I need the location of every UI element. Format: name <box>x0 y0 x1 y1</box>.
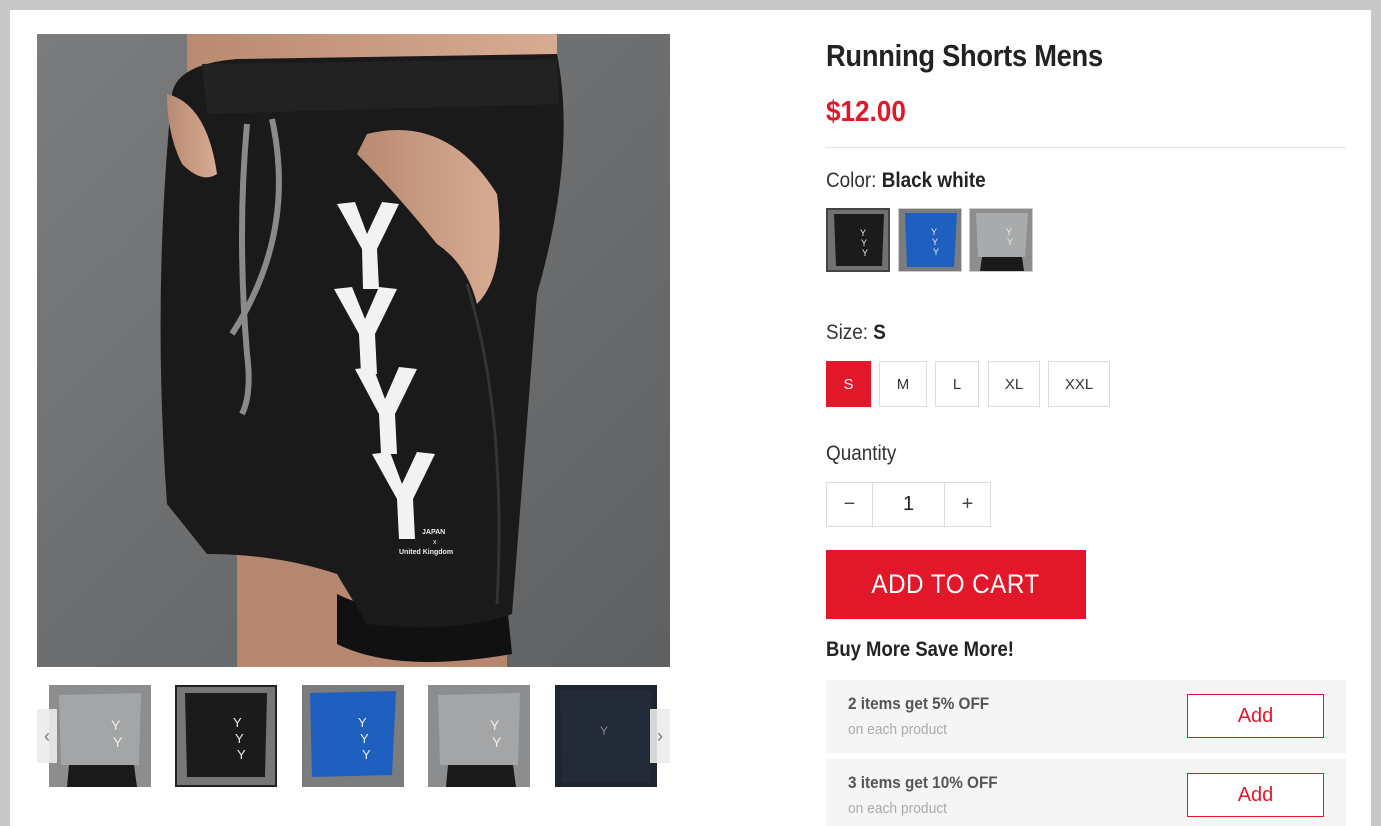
logo-text-japan: JAPAN <box>422 529 445 536</box>
size-option-s[interactable]: S <box>826 361 871 407</box>
logo-text-uk: United Kingdom <box>399 549 453 556</box>
svg-text:Y: Y <box>933 247 939 257</box>
size-selected-value: S <box>873 321 886 344</box>
shorts-photo: JAPAN x United Kingdom <box>37 34 670 667</box>
thumbnail-image: Y Y Y <box>177 687 275 785</box>
swatch-image: Y Y Y <box>828 210 888 270</box>
svg-text:Y: Y <box>113 734 123 750</box>
thumbnail-3[interactable]: Y Y Y <box>302 685 404 787</box>
bulk-offer-row: 3 items get 10% OFF on each product Add <box>826 759 1346 826</box>
svg-text:Y: Y <box>492 734 502 750</box>
thumbnail-5[interactable]: Y <box>555 685 657 787</box>
thumbnail-image: Y Y <box>428 685 530 787</box>
add-to-cart-button[interactable]: ADD TO CART <box>826 550 1086 619</box>
size-label-text: Size: <box>826 321 869 344</box>
thumbnail-strip: Y Y Y Y Y Y Y Y Y Y Y ‹ › <box>37 685 670 789</box>
logo-text-x: x <box>433 539 437 546</box>
quantity-label: Quantity <box>826 442 897 465</box>
bulk-discount-title: Buy More Save More! <box>826 638 1014 661</box>
thumbnail-image: Y Y <box>49 685 151 787</box>
divider <box>826 147 1346 148</box>
size-option-m[interactable]: M <box>879 361 927 407</box>
thumbnail-image: Y Y Y <box>302 685 404 787</box>
svg-text:Y: Y <box>233 715 242 730</box>
swatch-image: Y Y <box>970 209 1032 271</box>
svg-text:Y: Y <box>237 747 246 762</box>
svg-text:Y: Y <box>490 717 500 733</box>
svg-text:Y: Y <box>931 227 937 237</box>
offer-subtitle: on each product <box>848 721 947 738</box>
thumbnail-2[interactable]: Y Y Y <box>175 685 277 787</box>
thumbnail-1[interactable]: Y Y <box>49 685 151 787</box>
quantity-input[interactable]: 1 <box>872 483 945 526</box>
svg-text:Y: Y <box>111 717 121 733</box>
size-option-xxl[interactable]: XXL <box>1048 361 1110 407</box>
color-label: Color: Black white <box>826 169 986 193</box>
size-option-xl[interactable]: XL <box>988 361 1040 407</box>
svg-text:Y: Y <box>1007 237 1013 247</box>
offer-add-button[interactable]: Add <box>1187 694 1324 738</box>
product-page: JAPAN x United Kingdom Y Y Y Y Y Y Y Y Y… <box>10 10 1371 826</box>
svg-text:Y: Y <box>358 715 367 730</box>
svg-text:Y: Y <box>362 747 371 762</box>
svg-text:Y: Y <box>861 238 867 248</box>
svg-text:Y: Y <box>235 731 244 746</box>
thumbnail-4[interactable]: Y Y <box>428 685 530 787</box>
bulk-offer-row: 2 items get 5% OFF on each product Add <box>826 680 1346 753</box>
svg-text:Y: Y <box>862 248 868 258</box>
svg-text:Y: Y <box>600 724 608 738</box>
quantity-stepper: − 1 + <box>826 482 991 527</box>
chevron-left-icon[interactable]: ‹ <box>37 709 57 763</box>
color-swatch-gray[interactable]: Y Y <box>969 208 1033 272</box>
color-swatch-black-white[interactable]: Y Y Y <box>826 208 890 272</box>
color-swatch-blue[interactable]: Y Y Y <box>898 208 962 272</box>
size-label: Size: S <box>826 321 886 345</box>
color-label-text: Color: <box>826 169 877 192</box>
svg-text:Y: Y <box>860 228 866 238</box>
offer-subtitle: on each product <box>848 800 947 817</box>
quantity-decrease-button[interactable]: − <box>827 483 872 526</box>
add-to-cart-label: ADD TO CART <box>871 569 1041 599</box>
offer-title: 3 items get 10% OFF <box>848 773 998 792</box>
color-selected-value: Black white <box>881 169 986 192</box>
product-price: $12.00 <box>826 96 906 128</box>
chevron-right-icon[interactable]: › <box>650 709 670 763</box>
offer-add-button[interactable]: Add <box>1187 773 1324 817</box>
size-option-l[interactable]: L <box>935 361 979 407</box>
product-title: Running Shorts Mens <box>826 38 1103 73</box>
svg-text:Y: Y <box>932 237 938 247</box>
main-product-image[interactable]: JAPAN x United Kingdom <box>37 34 670 667</box>
svg-text:Y: Y <box>360 731 369 746</box>
svg-text:Y: Y <box>1006 227 1012 237</box>
offer-title: 2 items get 5% OFF <box>848 694 990 713</box>
thumbnail-image: Y <box>555 685 657 787</box>
quantity-increase-button[interactable]: + <box>945 483 990 526</box>
swatch-image: Y Y Y <box>899 209 961 271</box>
